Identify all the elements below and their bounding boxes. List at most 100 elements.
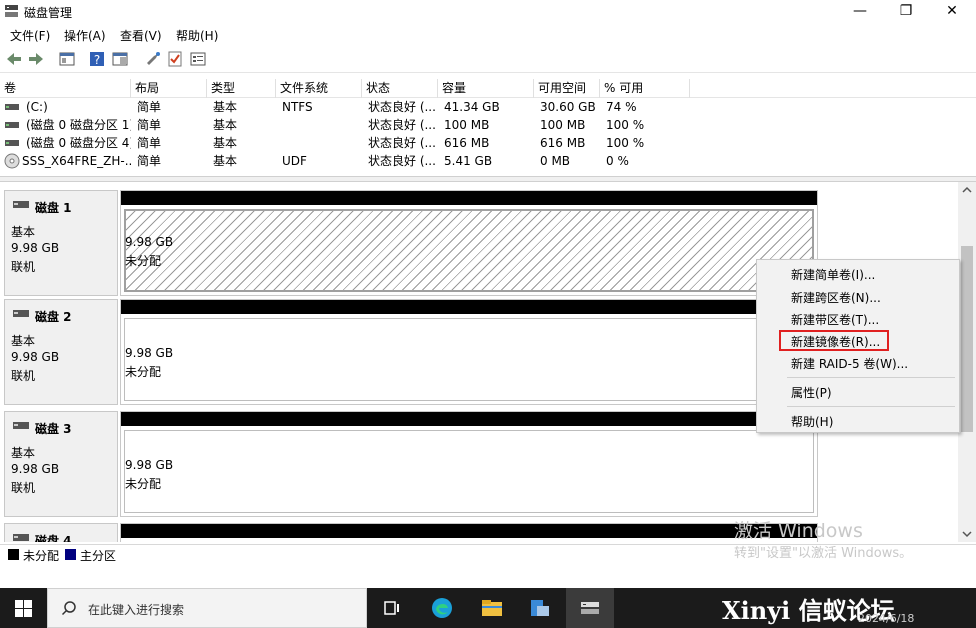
context-menu: 新建简单卷(I)... 新建跨区卷(N)... 新建带区卷(T)... 新建镜像…	[756, 259, 960, 433]
volume-free-space: 0 MB	[540, 154, 571, 168]
disk-label[interactable]: 磁盘 1 基本 9.98 GB 联机	[4, 190, 118, 296]
taskbar-date: 2024/6/18	[858, 612, 915, 625]
column-header-capacity[interactable]: 容量	[438, 79, 534, 98]
menu-new-raid5-volume[interactable]: 新建 RAID-5 卷(W)...	[791, 355, 908, 372]
volume-layout: 简单	[137, 154, 162, 168]
partition-state: 未分配	[125, 365, 162, 379]
windows-start-icon[interactable]	[15, 600, 32, 617]
menu-help[interactable]: 帮助(H)	[176, 27, 218, 44]
edge-browser-icon[interactable]	[430, 596, 454, 620]
menu-bar: 文件(F) 操作(A) 查看(V) 帮助(H)	[0, 24, 976, 46]
menu-help-item[interactable]: 帮助(H)	[791, 413, 833, 430]
help-icon[interactable]: ?	[88, 50, 106, 68]
legend-swatch-primary	[65, 549, 76, 560]
partition-body	[124, 318, 814, 401]
disk-label[interactable]: 磁盘 4	[4, 523, 118, 542]
column-header-type[interactable]: 类型	[207, 79, 276, 98]
title-bar: 磁盘管理 — ❐ ✕	[0, 0, 976, 24]
file-explorer-icon[interactable]	[480, 596, 504, 620]
disk-name: 磁盘 2	[35, 310, 72, 324]
menu-action[interactable]: 操作(A)	[64, 27, 106, 44]
volume-filesystem	[279, 116, 362, 134]
partition-state: 未分配	[125, 254, 162, 268]
disk-management-app-icon	[5, 5, 18, 17]
volume-capacity: 5.41 GB	[444, 154, 493, 168]
partition-state: 未分配	[125, 477, 162, 491]
disk-label[interactable]: 磁盘 3 基本 9.98 GB 联机	[4, 411, 118, 517]
menu-new-striped-volume[interactable]: 新建带区卷(T)...	[791, 311, 879, 328]
unallocated-partition[interactable]: 9.98 GB 未分配	[120, 190, 818, 296]
disk-icon	[13, 422, 29, 429]
volume-type: 基本	[213, 136, 238, 150]
volume-layout: 简单	[137, 118, 162, 132]
column-header-percent-free[interactable]: % 可用	[600, 79, 690, 98]
minimize-button[interactable]: —	[837, 0, 883, 24]
volume-icon	[5, 122, 19, 128]
active-app-tile[interactable]	[566, 588, 614, 628]
column-header-filesystem[interactable]: 文件系统	[276, 79, 362, 98]
volume-capacity: 41.34 GB	[444, 100, 500, 114]
forward-arrow-icon[interactable]	[27, 50, 45, 68]
menu-new-simple-volume[interactable]: 新建简单卷(I)...	[791, 266, 875, 283]
back-arrow-icon[interactable]	[5, 50, 23, 68]
volume-layout: 简单	[137, 100, 162, 114]
partition-header-bar	[121, 524, 817, 538]
volume-icon	[5, 104, 19, 110]
volume-filesystem: UDF	[282, 154, 307, 168]
unallocated-partition[interactable]: 9.98 GB 未分配	[120, 299, 818, 405]
volume-icon	[5, 140, 19, 146]
menu-new-spanned-volume[interactable]: 新建跨区卷(N)...	[791, 289, 881, 306]
column-header-volume[interactable]: 卷	[0, 79, 131, 98]
scrollbar-thumb[interactable]	[961, 246, 973, 432]
disk-state: 联机	[11, 260, 36, 274]
disk-type: 基本	[11, 446, 36, 460]
checklist-icon[interactable]	[166, 50, 184, 68]
partition-header-bar	[121, 412, 817, 426]
volume-status: 状态良好 (...	[368, 118, 436, 132]
volume-name: (磁盘 0 磁盘分区 1)	[26, 118, 131, 132]
volume-free-space: 30.60 GB	[540, 100, 596, 114]
disk-size: 9.98 GB	[11, 462, 60, 476]
show-pane-icon[interactable]	[111, 50, 129, 68]
partition-selected-body	[124, 209, 814, 292]
unallocated-partition[interactable]: 9.98 GB 未分配	[120, 411, 818, 517]
server-manager-icon[interactable]	[528, 596, 552, 620]
menu-file[interactable]: 文件(F)	[10, 27, 50, 44]
disk-label[interactable]: 磁盘 2 基本 9.98 GB 联机	[4, 299, 118, 405]
column-header-status[interactable]: 状态	[362, 79, 438, 98]
column-header-free-space[interactable]: 可用空间	[534, 79, 600, 98]
column-header-layout[interactable]: 布局	[131, 79, 207, 98]
connect-icon[interactable]	[144, 50, 162, 68]
volume-percent-free: 100 %	[606, 118, 645, 132]
task-view-icon[interactable]	[380, 596, 404, 620]
table-row[interactable]: SSS_X64FRE_ZH-... 简单 基本 UDF 状态良好 (... 5.…	[0, 152, 690, 170]
scroll-down-icon[interactable]	[962, 530, 972, 538]
close-button[interactable]: ✕	[929, 0, 975, 24]
menu-view[interactable]: 查看(V)	[120, 27, 162, 44]
unallocated-partition[interactable]	[120, 523, 818, 542]
activation-watermark-title: 激活 Windows	[734, 520, 863, 542]
disk-size: 9.98 GB	[11, 350, 60, 364]
partition-body	[124, 430, 814, 513]
volume-type: 基本	[213, 118, 238, 132]
vertical-scrollbar[interactable]	[958, 182, 976, 542]
volume-layout: 简单	[137, 136, 162, 150]
volume-name: (磁盘 0 磁盘分区 4)	[26, 136, 131, 150]
menu-properties[interactable]: 属性(P)	[791, 384, 832, 401]
scroll-up-icon[interactable]	[962, 186, 972, 194]
table-row[interactable]: (C:) 简单 基本 NTFS 状态良好 (... 41.34 GB 30.60…	[0, 98, 690, 116]
maximize-button[interactable]: ❐	[883, 0, 929, 24]
legend-label-unallocated: 未分配	[23, 549, 60, 563]
disk-icon	[13, 534, 29, 541]
table-row[interactable]: (磁盘 0 磁盘分区 4) 简单 基本 状态良好 (... 616 MB 616…	[0, 134, 690, 152]
volume-filesystem	[279, 134, 362, 152]
partition-size: 9.98 GB	[125, 458, 174, 472]
console-tree-icon[interactable]	[58, 50, 76, 68]
search-placeholder: 在此键入进行搜索	[88, 603, 185, 617]
table-row[interactable]: (磁盘 0 磁盘分区 1) 简单 基本 状态良好 (... 100 MB 100…	[0, 116, 690, 134]
optical-disc-icon	[4, 153, 20, 169]
properties-icon[interactable]	[189, 50, 207, 68]
taskbar-search-box[interactable]: 在此键入进行搜索	[47, 588, 367, 628]
volume-filesystem: NTFS	[282, 100, 313, 114]
legend-swatch-unallocated	[8, 549, 19, 560]
